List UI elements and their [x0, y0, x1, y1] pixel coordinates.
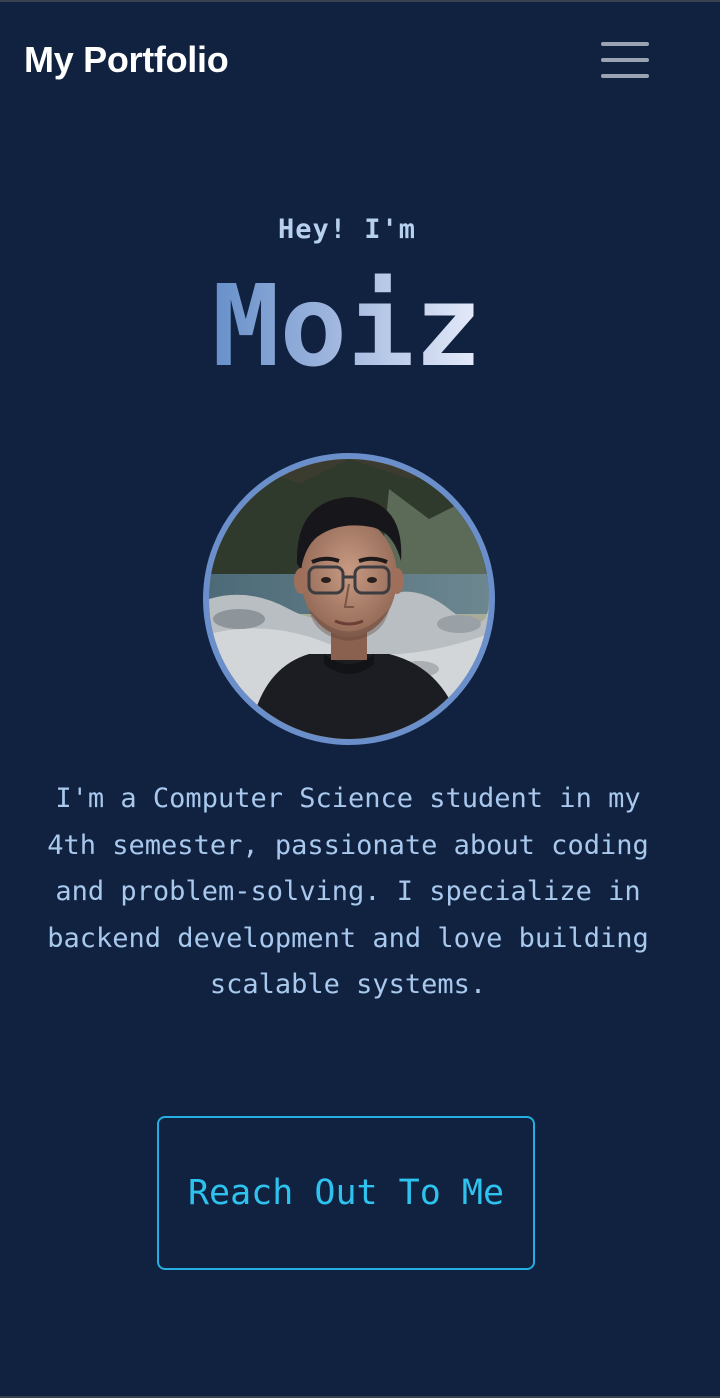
hero-name: Moiz [0, 262, 694, 392]
bio-text: I'm a Computer Science student in my 4th… [47, 783, 649, 1000]
menu-bar-middle [601, 58, 649, 62]
avatar [203, 453, 495, 745]
hero-greeting: Hey! I'm [277, 214, 417, 245]
reach-out-button[interactable]: Reach Out To Me [157, 1116, 535, 1270]
navbar: My Portfolio [0, 0, 720, 120]
profile-photo [209, 459, 489, 739]
brand-title[interactable]: My Portfolio [24, 38, 229, 82]
menu-bar-top [601, 42, 649, 46]
menu-bar-bottom [601, 74, 649, 78]
hamburger-menu-icon[interactable] [596, 38, 654, 84]
